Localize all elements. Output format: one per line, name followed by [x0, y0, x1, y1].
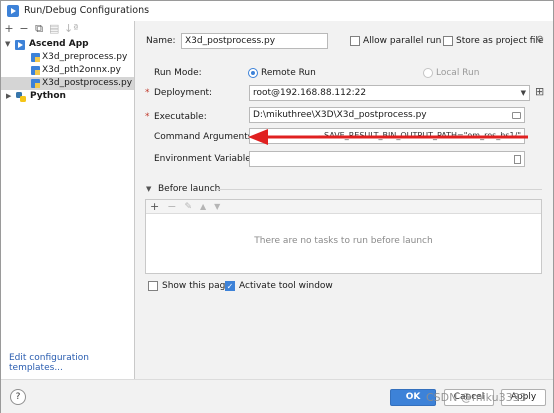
help-button[interactable]: ?	[10, 389, 26, 405]
add-task-button[interactable]: +	[150, 200, 159, 213]
store-project-checkbox[interactable]	[443, 36, 453, 46]
before-launch-title: Before launch	[158, 184, 221, 194]
run-debug-configurations-window: Run/Debug Configurations + − ⧉ ▤ ↓ª ▼ As…	[0, 0, 554, 413]
executable-input[interactable]: D:\mikuthree\X3D\X3d_postprocess.py	[249, 107, 525, 123]
chevron-down-icon[interactable]: ▼	[521, 86, 526, 100]
sort-config-button[interactable]: ↓ª	[64, 23, 78, 35]
edit-task-icon[interactable]: ✎	[184, 202, 192, 212]
allow-parallel-label: Allow parallel run	[363, 36, 442, 46]
watermark: CSDN @miku3333	[426, 391, 527, 404]
edit-templates-link[interactable]: Edit configuration templates...	[9, 353, 134, 373]
move-up-icon[interactable]: ▲	[200, 202, 206, 211]
section-divider	[216, 189, 542, 190]
save-config-button[interactable]: ▤	[49, 23, 59, 35]
show-page-label: Show this page	[162, 281, 231, 291]
command-args-value: --SAVE_RESULT_BIN_OUTPUT_PATH="om_res_bs…	[318, 131, 521, 140]
before-launch-empty-text: There are no tasks to run before launch	[254, 236, 433, 246]
app-icon	[7, 5, 19, 17]
sidebar-toolbar: + − ⧉ ▤ ↓ª	[1, 21, 134, 37]
deployment-label: Deployment:	[154, 88, 213, 98]
move-down-icon[interactable]: ▼	[214, 202, 220, 211]
tree-group-ascend-app[interactable]: ▼ Ascend App	[1, 38, 134, 51]
local-run-label: Local Run	[436, 68, 480, 78]
chevron-down-icon[interactable]: ▼	[5, 38, 10, 51]
before-launch-toolbar: + − ✎ ▲ ▼	[146, 200, 541, 214]
before-launch-panel: + − ✎ ▲ ▼ There are no tasks to run befo…	[145, 199, 542, 274]
executable-label: Executable:	[154, 112, 207, 122]
tree-item-pth2onnx[interactable]: X3d_pth2onnx.py	[1, 64, 134, 77]
ascend-app-icon	[15, 40, 25, 50]
python-icon	[16, 92, 26, 102]
folder-icon[interactable]	[512, 112, 521, 119]
remote-run-label: Remote Run	[261, 68, 316, 78]
env-vars-input[interactable]	[249, 151, 525, 167]
activate-tool-window-checkbox[interactable]: ✓	[225, 281, 235, 291]
tree-item-label: X3d_preprocess.py	[42, 52, 128, 62]
chevron-right-icon[interactable]: ▶	[6, 90, 11, 103]
config-form: Name: X3d_postprocess.py Allow parallel …	[136, 21, 553, 379]
store-project-label: Store as project file	[456, 36, 544, 46]
local-run-radio[interactable]	[423, 68, 433, 78]
document-icon[interactable]	[514, 155, 521, 164]
env-vars-label: Environment Variables:	[154, 154, 259, 164]
required-marker: *	[145, 88, 150, 98]
python-file-icon	[31, 53, 40, 62]
remove-config-button[interactable]: −	[19, 23, 29, 35]
allow-parallel-checkbox[interactable]	[350, 36, 360, 46]
executable-value: D:\mikuthree\X3D\X3d_postprocess.py	[253, 110, 427, 120]
name-input[interactable]: X3d_postprocess.py	[181, 33, 328, 49]
tree-group-label: Python	[30, 91, 66, 101]
tree-item-label: X3d_postprocess.py	[42, 78, 133, 88]
name-label: Name:	[146, 36, 176, 46]
run-mode-label: Run Mode:	[154, 68, 202, 78]
deployment-select[interactable]: root@192.168.88.112:22 ▼	[249, 85, 530, 101]
add-config-button[interactable]: +	[4, 23, 14, 35]
deployment-value: root@192.168.88.112:22	[253, 88, 367, 98]
config-sidebar: + − ⧉ ▤ ↓ª ▼ Ascend App X3d_preprocess.p	[1, 21, 135, 379]
remove-task-button[interactable]: −	[167, 200, 176, 213]
add-deployment-icon[interactable]: ⊞	[535, 85, 544, 98]
tree-group-label: Ascend App	[29, 39, 89, 49]
config-tree: ▼ Ascend App X3d_preprocess.py X3d_pth2o…	[1, 38, 134, 103]
remote-run-radio[interactable]	[248, 68, 258, 78]
tree-item-postprocess[interactable]: X3d_postprocess.py	[1, 77, 134, 90]
gear-icon[interactable]: ⚙	[536, 35, 544, 45]
copy-config-button[interactable]: ⧉	[34, 23, 44, 35]
title-bar: Run/Debug Configurations	[1, 1, 553, 21]
tree-item-preprocess[interactable]: X3d_preprocess.py	[1, 51, 134, 64]
tree-group-python[interactable]: ▶ Python	[1, 90, 134, 103]
required-marker: *	[145, 112, 150, 122]
command-args-input[interactable]: --SAVE_RESULT_BIN_OUTPUT_PATH="om_res_bs…	[249, 128, 525, 144]
tree-item-label: X3d_pth2onnx.py	[42, 65, 121, 75]
show-page-checkbox[interactable]	[148, 281, 158, 291]
python-file-icon	[31, 66, 40, 75]
python-file-icon	[31, 79, 40, 88]
activate-tool-window-label: Activate tool window	[239, 281, 333, 291]
chevron-down-icon[interactable]: ▼	[146, 185, 151, 193]
command-args-label: Command Arguments:	[154, 132, 256, 142]
window-title: Run/Debug Configurations	[24, 5, 150, 16]
